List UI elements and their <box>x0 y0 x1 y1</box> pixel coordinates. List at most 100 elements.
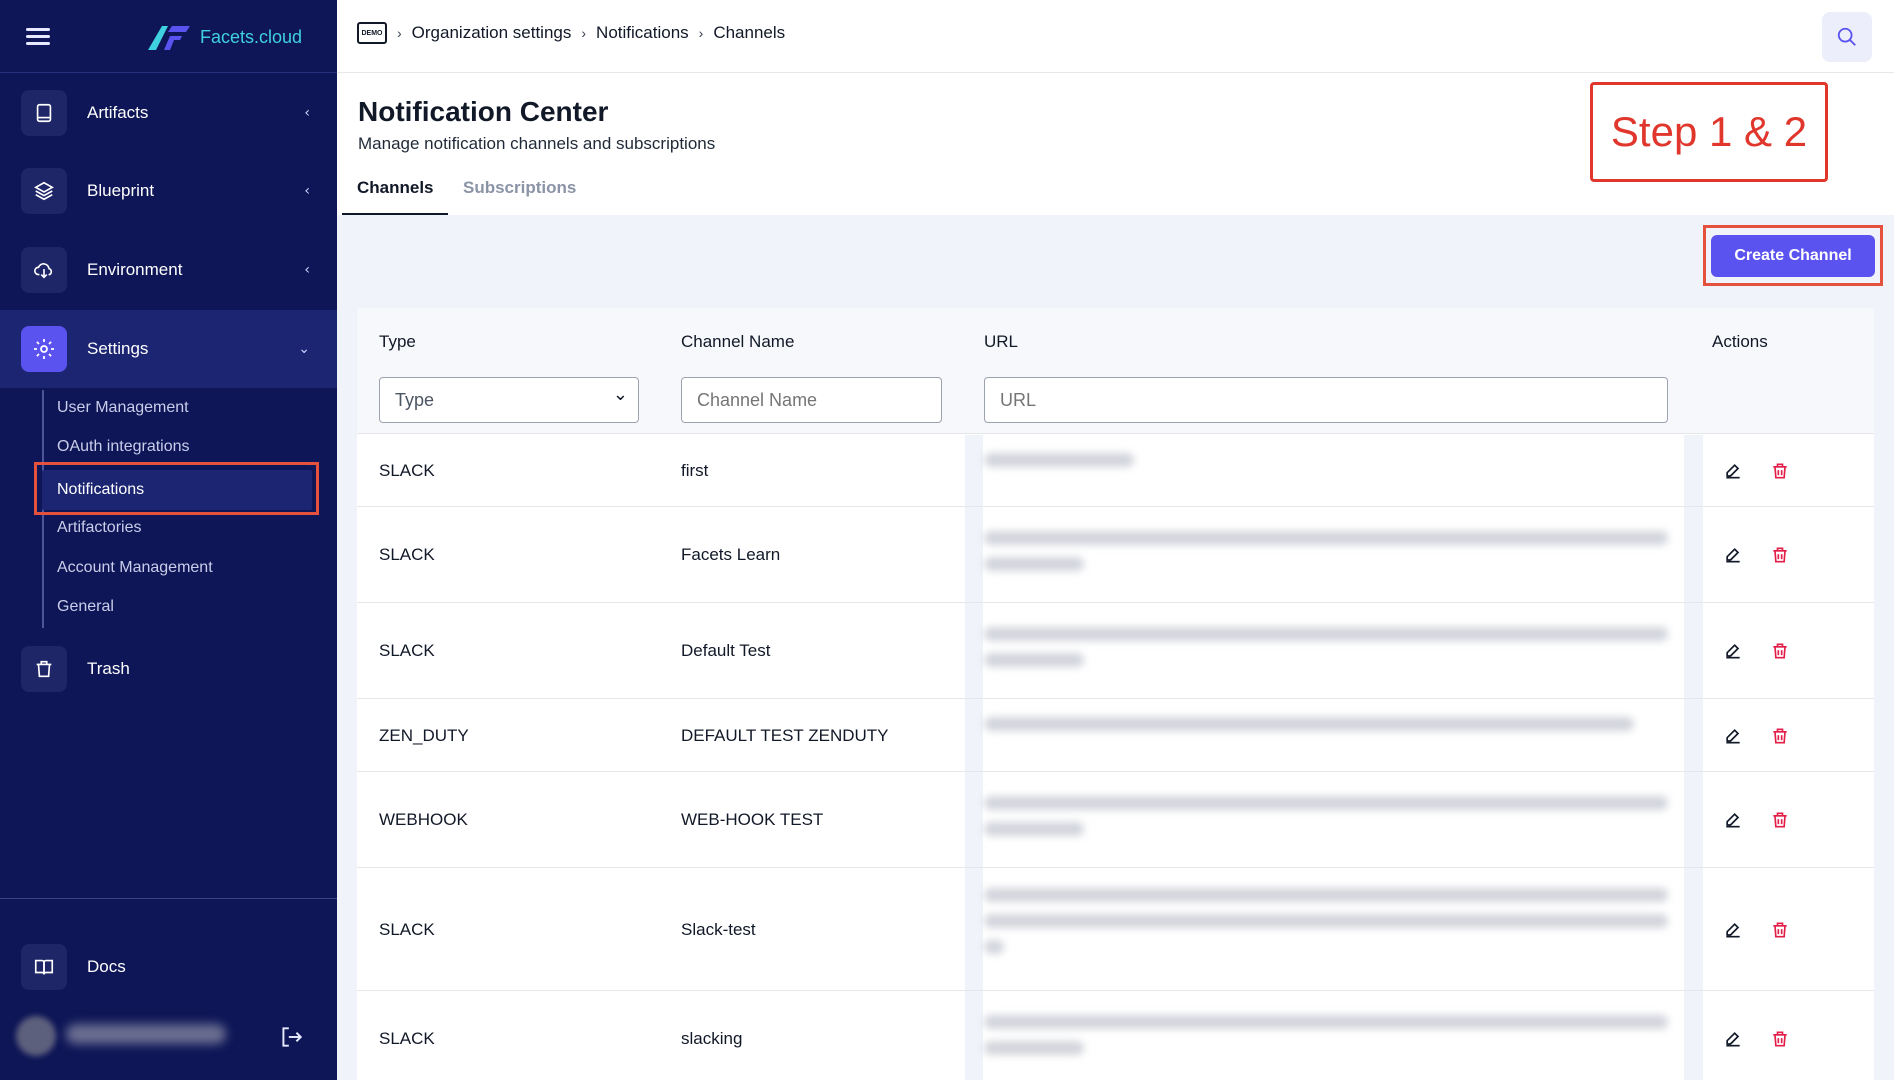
breadcrumb: DEMO › Organization settings › Notificat… <box>357 22 785 44</box>
edit-button[interactable] <box>1720 917 1746 943</box>
demo-icon[interactable]: DEMO <box>357 22 387 44</box>
trash-icon <box>1773 547 1787 563</box>
layers-icon <box>21 168 67 214</box>
chevron-left-icon: ‹ <box>304 262 310 278</box>
cell-type: ZEN_DUTY <box>379 725 469 745</box>
submenu-item-oauth-integrations[interactable]: OAuth integrations <box>57 438 190 456</box>
delete-button[interactable] <box>1767 458 1793 484</box>
facets-logo-icon <box>148 26 190 50</box>
pencil-icon <box>1726 1031 1740 1047</box>
cell-channel-name: Facets Learn <box>681 545 781 564</box>
pencil-icon <box>1726 812 1740 828</box>
sidebar-item-trash[interactable]: Trash <box>0 630 337 708</box>
url-filter-input[interactable] <box>984 377 1668 423</box>
submenu-item-account-management[interactable]: Account Management <box>57 559 213 577</box>
edit-button[interactable] <box>1720 723 1746 749</box>
chevron-left-icon: ‹ <box>304 105 310 121</box>
edit-button[interactable] <box>1720 458 1746 484</box>
table-row: SLACK slacking <box>357 991 1874 1080</box>
type-filter-select[interactable]: Type <box>379 377 639 423</box>
cell-type: SLACK <box>379 1029 435 1048</box>
cell-url-redacted <box>984 940 1004 954</box>
open-book-icon <box>21 944 67 990</box>
pencil-icon <box>1726 643 1740 659</box>
column-gap <box>965 435 983 506</box>
channel-name-filter-input[interactable] <box>681 377 942 423</box>
type-filter-value: Type <box>395 389 435 410</box>
app-name: Facets.cloud <box>200 26 303 47</box>
breadcrumb-notifications[interactable]: Notifications <box>596 23 689 43</box>
table-row: SLACK first <box>357 435 1874 507</box>
edit-button[interactable] <box>1720 807 1746 833</box>
delete-button[interactable] <box>1767 807 1793 833</box>
sidebar-item-label: Settings <box>87 339 149 358</box>
app-logo[interactable]: Facets.cloud <box>148 24 302 50</box>
cell-url-redacted <box>984 557 1084 571</box>
cell-type: WEBHOOK <box>379 810 468 829</box>
column-gap <box>965 868 983 990</box>
top-bar: DEMO › Organization settings › Notificat… <box>337 0 1894 73</box>
column-gap <box>965 699 983 771</box>
sidebar-item-settings[interactable]: Settings ⌄ <box>0 310 337 388</box>
create-channel-button[interactable]: Create Channel <box>1711 235 1875 277</box>
trash-icon <box>1773 1031 1787 1047</box>
column-header-channel-name: Channel Name <box>681 332 795 351</box>
column-gap <box>1684 507 1703 602</box>
delete-button[interactable] <box>1767 723 1793 749</box>
delete-button[interactable] <box>1767 917 1793 943</box>
chevron-down-icon: ⌄ <box>298 341 310 357</box>
column-gap <box>965 991 983 1080</box>
cell-url-redacted <box>984 627 1668 641</box>
hamburger-menu-icon[interactable] <box>26 28 50 46</box>
sidebar-item-artifacts[interactable]: Artifacts ‹ <box>0 74 337 152</box>
cell-url-redacted <box>984 822 1084 836</box>
table-row: SLACK Default Test <box>357 603 1874 699</box>
cell-channel-name: first <box>681 461 709 480</box>
submenu-item-artifactories[interactable]: Artifactories <box>57 519 141 537</box>
trash-icon <box>21 646 67 692</box>
sidebar-item-label: Artifacts <box>87 103 149 122</box>
delete-button[interactable] <box>1767 542 1793 568</box>
avatar[interactable] <box>16 1016 56 1056</box>
edit-button[interactable] <box>1720 542 1746 568</box>
cell-type: SLACK <box>379 641 435 660</box>
cell-url-redacted <box>984 796 1668 810</box>
pencil-icon <box>1726 728 1740 743</box>
pencil-icon <box>1726 547 1740 563</box>
sidebar-item-environment[interactable]: Environment ‹ <box>0 231 337 309</box>
submenu-item-user-management[interactable]: User Management <box>57 399 189 417</box>
column-gap <box>965 603 983 698</box>
sidebar-item-docs[interactable]: Docs <box>0 928 337 1006</box>
cell-type: SLACK <box>379 461 435 480</box>
edit-button[interactable] <box>1720 638 1746 664</box>
search-button[interactable] <box>1822 12 1872 62</box>
cell-url-redacted <box>984 531 1668 545</box>
sidebar-item-label: Environment <box>87 260 183 279</box>
cell-url-redacted <box>984 914 1668 928</box>
cell-channel-name: slacking <box>681 1029 743 1048</box>
tab-channels[interactable]: Channels <box>357 178 434 198</box>
column-gap <box>1684 772 1703 867</box>
column-gap <box>1684 699 1703 771</box>
table-row: ZEN_DUTY DEFAULT TEST ZENDUTY <box>357 699 1874 772</box>
sidebar-item-blueprint[interactable]: Blueprint ‹ <box>0 152 337 230</box>
breadcrumb-organization-settings[interactable]: Organization settings <box>412 23 572 43</box>
tab-subscriptions[interactable]: Subscriptions <box>463 178 576 198</box>
cell-channel-name: Slack-test <box>681 919 756 939</box>
submenu-item-general[interactable]: General <box>57 598 114 616</box>
page-subtitle: Manage notification channels and subscri… <box>358 134 716 153</box>
delete-button[interactable] <box>1767 1026 1793 1052</box>
edit-button[interactable] <box>1720 1026 1746 1052</box>
sidebar-item-label: Blueprint <box>87 181 155 200</box>
chevron-right-icon: › <box>397 25 402 41</box>
logout-icon[interactable] <box>278 1024 304 1050</box>
chevron-left-icon: ‹ <box>304 183 310 199</box>
delete-button[interactable] <box>1767 638 1793 664</box>
cell-channel-name: Default Test <box>681 641 771 660</box>
channels-table: Type Channel Name URL Actions Type SLACK… <box>357 308 1874 1080</box>
trash-icon <box>1773 728 1787 743</box>
chevron-right-icon: › <box>581 25 587 41</box>
user-name-blurred <box>66 1024 226 1044</box>
search-icon <box>1837 27 1856 46</box>
tab-bar: Channels Subscriptions <box>342 170 594 216</box>
